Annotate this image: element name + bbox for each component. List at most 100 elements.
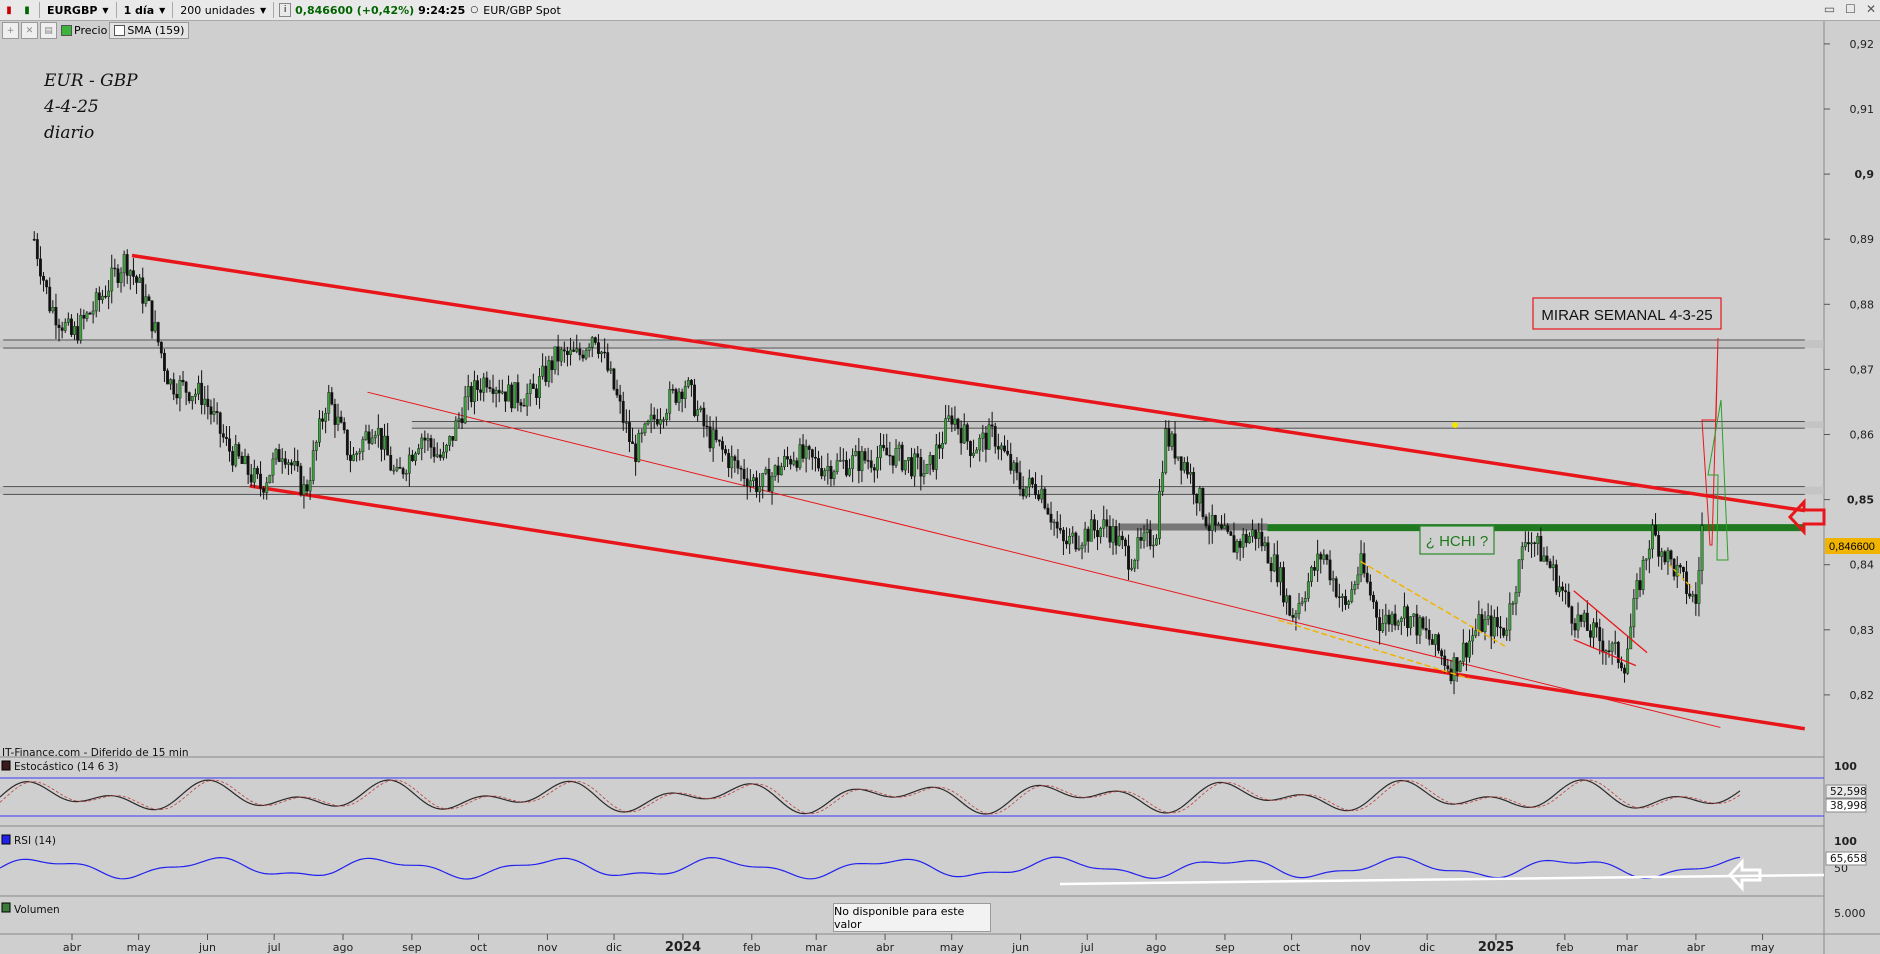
candle-body xyxy=(1613,642,1617,644)
maximize-icon[interactable]: ☐ xyxy=(1845,2,1856,16)
candle-body xyxy=(829,465,833,479)
candle-body xyxy=(631,441,634,444)
candles-icon[interactable]: ▮ xyxy=(2,3,16,17)
candle-body xyxy=(581,354,585,359)
candle-body xyxy=(479,389,483,393)
candle-body xyxy=(228,438,231,452)
candle-body xyxy=(1182,462,1186,471)
candle-body xyxy=(221,433,225,438)
x-tick-label: dic xyxy=(1419,941,1435,954)
candle-body xyxy=(721,441,724,450)
candle-body xyxy=(200,382,204,405)
candle-body xyxy=(764,468,768,474)
candle-body xyxy=(1511,603,1515,605)
candle-body xyxy=(85,312,89,319)
stoch-panel[interactable]: Estocástico (14 6 3) 100 52,598 38,998 xyxy=(0,760,1867,817)
candle-body xyxy=(1226,525,1230,532)
candle-body xyxy=(1483,619,1487,632)
volume-tick: 5.000 xyxy=(1834,907,1866,920)
add-icon[interactable]: + xyxy=(2,22,19,39)
candle-body xyxy=(671,389,675,391)
rsi-trendline[interactable] xyxy=(1059,873,1825,886)
candle-body xyxy=(429,438,433,448)
candle-body xyxy=(1108,526,1112,543)
candle-body xyxy=(1691,594,1695,597)
candle-body xyxy=(1465,642,1468,658)
candle-body xyxy=(711,429,715,449)
x-tick-label: sep xyxy=(1215,941,1234,954)
candle-body xyxy=(683,386,687,399)
candle-body xyxy=(652,414,656,420)
candle-body xyxy=(1176,456,1180,459)
candle-body xyxy=(373,434,377,439)
candle-body xyxy=(972,452,975,456)
candle-body xyxy=(426,438,430,441)
info-icon[interactable]: i xyxy=(279,3,292,17)
candle-body xyxy=(1294,613,1298,618)
candle-body xyxy=(1027,477,1031,488)
candle-body xyxy=(159,341,163,354)
candle-body xyxy=(1502,627,1506,636)
candle-body xyxy=(355,453,359,455)
stoch-tick-100: 100 xyxy=(1834,760,1857,773)
stoch-signal-line xyxy=(0,779,1741,815)
candle-body xyxy=(696,409,700,416)
candle-body xyxy=(1623,667,1626,674)
close-icon[interactable]: ✕ xyxy=(1866,2,1876,16)
candle-body xyxy=(1049,513,1053,523)
y-tick-label: 0,88 xyxy=(1850,298,1875,311)
mirar-label: MIRAR SEMANAL 4-3-25 xyxy=(1541,307,1712,324)
x-tick-label: feb xyxy=(1556,941,1574,954)
candle-body xyxy=(528,383,532,394)
x-tick-label: may xyxy=(127,941,151,954)
candle-body xyxy=(916,453,920,458)
x-tick-label: jun xyxy=(198,941,216,954)
candle-body xyxy=(209,406,213,415)
candle-body xyxy=(838,460,842,462)
candle-body xyxy=(358,451,362,454)
legend-price[interactable]: Precio xyxy=(74,24,107,37)
legend-sma-box[interactable]: SMA (159) xyxy=(109,22,190,39)
symbol-label: EURGBP xyxy=(47,3,98,17)
stoch-line xyxy=(0,779,1741,815)
bars-icon[interactable]: ▮ xyxy=(20,3,34,17)
candle-body xyxy=(1573,623,1577,631)
candle-body xyxy=(271,458,275,476)
volume-color-chip xyxy=(1,902,11,913)
candle-body xyxy=(280,458,284,462)
candle-body xyxy=(1551,564,1555,568)
candle-body xyxy=(1148,529,1152,547)
candle-body xyxy=(773,465,777,477)
candle-body xyxy=(872,467,876,471)
yellow-marker xyxy=(1452,422,1458,428)
symbol-select[interactable]: EURGBP ▼ xyxy=(43,1,113,19)
candle-body xyxy=(1279,567,1282,583)
stoch-color-chip xyxy=(1,760,11,771)
chart-canvas[interactable]: EUR - GBP 4-4-25 diario MIRAR SEMANAL 4-… xyxy=(0,0,1880,954)
candle-body xyxy=(1582,612,1586,622)
candle-body xyxy=(1598,627,1602,642)
settings-icon[interactable]: ▤ xyxy=(40,22,57,39)
candle-body xyxy=(507,384,510,402)
candle-body xyxy=(1579,614,1583,622)
units-select[interactable]: 200 unidades ▼ xyxy=(176,1,270,19)
candle-body xyxy=(1415,613,1419,636)
candle-body xyxy=(339,416,343,423)
candle-body xyxy=(1430,639,1434,645)
quote-time: 9:24:25 xyxy=(418,3,466,17)
minimize-icon[interactable]: ▭ xyxy=(1824,2,1835,16)
candle-body xyxy=(274,449,278,460)
candle-body xyxy=(996,446,1000,450)
rsi-panel[interactable]: RSI (14) 100 50 65,658 xyxy=(0,834,1867,892)
candle-body xyxy=(1300,601,1304,604)
candle-body xyxy=(395,467,399,471)
candle-body xyxy=(569,349,572,355)
candle-body xyxy=(252,468,256,483)
remove-icon[interactable]: ✕ xyxy=(21,22,38,39)
candle-body xyxy=(1142,532,1146,541)
x-tick-label: oct xyxy=(470,941,488,954)
candle-body xyxy=(590,337,594,348)
candle-body xyxy=(1288,595,1292,616)
candle-body xyxy=(677,391,681,403)
interval-select[interactable]: 1 día ▼ xyxy=(120,1,170,19)
